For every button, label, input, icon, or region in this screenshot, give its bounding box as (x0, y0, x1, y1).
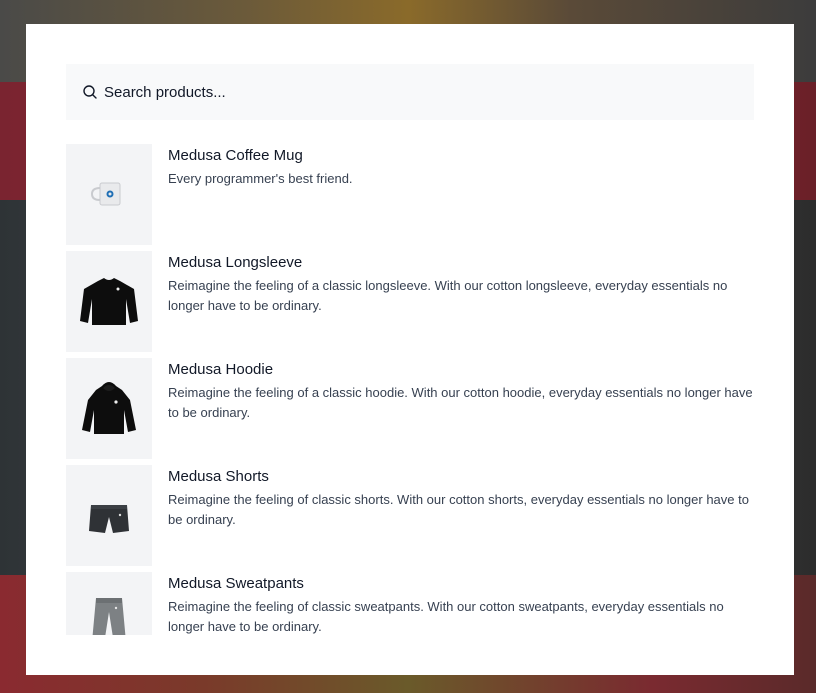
product-result[interactable]: Medusa Longsleeve Reimagine the feeling … (66, 251, 754, 352)
product-title: Medusa Hoodie (168, 361, 274, 378)
sweatpants-image (92, 598, 126, 635)
product-description: Reimagine the feeling of a classic hoodi… (168, 385, 753, 420)
product-title: Medusa Longsleeve (168, 254, 303, 271)
shorts-image (89, 505, 129, 533)
product-result[interactable]: Medusa Hoodie Reimagine the feeling of a… (66, 358, 754, 459)
hoodie-image (82, 382, 136, 434)
longsleeve-image (80, 278, 138, 325)
product-description: Reimagine the feeling of classic shorts.… (168, 492, 749, 527)
search-input[interactable] (104, 64, 744, 120)
search-modal: Medusa Coffee Mug Every programmer's bes… (26, 24, 794, 675)
product-description: Reimagine the feeling of a classic longs… (168, 278, 728, 313)
product-thumbnail (66, 251, 152, 352)
product-result[interactable]: Medusa Shorts Reimagine the feeling of c… (66, 465, 754, 566)
product-thumbnail (66, 465, 152, 566)
product-title: Medusa Coffee Mug (168, 147, 303, 164)
product-thumbnail (66, 572, 152, 635)
product-thumbnail (66, 144, 152, 245)
product-result[interactable]: Medusa Coffee Mug Every programmer's bes… (66, 144, 754, 245)
product-title: Medusa Shorts (168, 468, 269, 485)
product-description: Reimagine the feeling of classic sweatpa… (168, 599, 724, 634)
coffee-mug-image (90, 182, 121, 206)
product-thumbnail (66, 358, 152, 459)
search-icon (83, 85, 97, 99)
product-title: Medusa Sweatpants (168, 575, 304, 592)
search-results: Medusa Coffee Mug Every programmer's bes… (66, 144, 754, 635)
product-description: Every programmer's best friend. (168, 171, 353, 186)
search-bar (66, 64, 754, 120)
product-result[interactable]: Medusa Sweatpants Reimagine the feeling … (66, 572, 754, 635)
